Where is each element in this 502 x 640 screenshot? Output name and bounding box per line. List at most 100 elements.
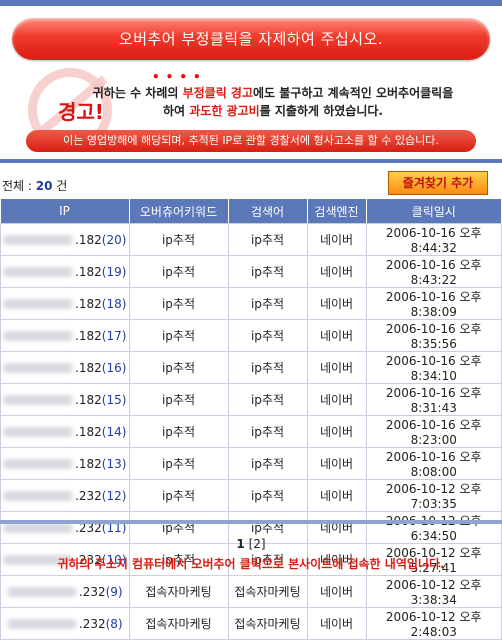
click-log-table: IP 오버츄어키워드 검색어 검색엔진 클릭일시 .182(20) ip추적 ip추… (0, 199, 502, 640)
pagination: 1 [2] (0, 537, 502, 551)
keyword-cell: ip추적 (128, 415, 229, 448)
ip-count-link[interactable]: (16) (102, 361, 127, 375)
masked-ip-prefix (3, 395, 74, 405)
query-cell: ip추적 (227, 255, 308, 288)
table-row: .232(12) ip추적 ip추적 네이버 2006-10-12 오후 7:03:35 (0, 479, 502, 512)
total-count: 전체 : 20 건 (2, 177, 67, 194)
total-number: 20 (35, 179, 53, 193)
ip-count-link[interactable]: (20) (102, 233, 127, 247)
query-cell: ip추적 (227, 319, 308, 352)
keyword-cell: ip추적 (128, 383, 229, 416)
datetime-cell: 2006-10-16 오후 8:31:43 (365, 383, 502, 416)
ip-count-link[interactable]: (9) (106, 585, 123, 599)
table-row: .182(17) ip추적 ip추적 네이버 2006-10-16 오후 8:35:56 (0, 319, 502, 352)
ip-cell: .182(15) (0, 383, 130, 416)
ip-count-link[interactable]: (14) (102, 425, 127, 439)
warning-message-line1: 귀하는 수 차례의 부정클릭 경고에도 불구하고 계속적인 오버추어클릭을 (22, 84, 502, 101)
section-divider (0, 159, 502, 163)
masked-ip-prefix (6, 587, 77, 597)
ip-suffix: .182 (75, 232, 102, 247)
datetime-cell: 2006-10-12 오후 3:38:34 (365, 575, 502, 608)
masked-ip-prefix (6, 619, 77, 629)
keyword-cell: ip추적 (128, 255, 229, 288)
engine-cell: 네이버 (306, 319, 367, 352)
query-cell: ip추적 (227, 447, 308, 480)
datetime-cell: 2006-10-16 오후 8:34:10 (365, 351, 502, 384)
keyword-cell: ip추적 (128, 223, 229, 256)
masked-ip-prefix (3, 363, 74, 373)
engine-cell: 네이버 (306, 607, 367, 640)
table-row: .182(15) ip추적 ip추적 네이버 2006-10-16 오후 8:31:43 (0, 383, 502, 416)
ip-count-link[interactable]: (13) (102, 457, 127, 471)
table-row: .182(18) ip추적 ip추적 네이버 2006-10-16 오후 8:38:09 (0, 287, 502, 320)
ip-count-link[interactable]: (18) (102, 297, 127, 311)
masked-ip-prefix (3, 491, 74, 501)
table-row: .182(14) ip추적 ip추적 네이버 2006-10-16 오후 8:23:00 (0, 415, 502, 448)
engine-cell: 네이버 (306, 447, 367, 480)
ip-suffix: .232 (78, 584, 106, 599)
warning-text: 를 지출하게 하였습니다. (259, 104, 383, 118)
masked-ip-prefix (3, 459, 74, 469)
keyword-cell: ip추적 (128, 447, 229, 480)
masked-ip-prefix (3, 331, 74, 341)
ip-cell: .182(18) (0, 287, 130, 320)
engine-cell: 네이버 (306, 479, 367, 512)
warning-banner: 오버추어 부정클릭을 자제하여 주십시오. (12, 18, 490, 60)
col-header-ip: IP (0, 199, 130, 224)
ip-count-link[interactable]: (12) (102, 489, 127, 503)
datetime-cell: 2006-10-16 오후 8:38:09 (365, 287, 502, 320)
engine-cell: 네이버 (306, 287, 367, 320)
table-row: .232(8) 접속자마케팅 접속자마케팅 네이버 2006-10-12 오후 2:48… (0, 607, 502, 640)
engine-cell: 네이버 (306, 351, 367, 384)
ip-cell: .182(13) (0, 447, 130, 480)
engine-cell: 네이버 (306, 575, 367, 608)
masked-ip-prefix (3, 235, 74, 245)
keyword-cell: ip추적 (128, 479, 229, 512)
keyword-cell: ip추적 (128, 351, 229, 384)
query-cell: ip추적 (227, 415, 308, 448)
masked-ip-prefix (3, 523, 74, 533)
query-cell: ip추적 (227, 351, 308, 384)
ip-suffix: .182 (75, 296, 102, 311)
datetime-cell: 2006-10-16 오후 8:44:32 (365, 223, 502, 256)
warning-text: 귀하는 수 차례의 (92, 86, 183, 100)
table-row: .182(13) ip추적 ip추적 네이버 2006-10-16 오후 8:08:00 (0, 447, 502, 480)
ip-cell: .182(14) (0, 415, 130, 448)
datetime-cell: 2006-10-16 오후 8:23:00 (365, 415, 502, 448)
col-header-datetime: 클릭일시 (366, 199, 502, 224)
page-link-2[interactable]: [2] (249, 537, 266, 551)
ip-count-link[interactable]: (8) (106, 617, 123, 631)
table-header-row: IP 오버츄어키워드 검색어 검색엔진 클릭일시 (0, 199, 502, 224)
query-cell: ip추적 (227, 383, 308, 416)
col-header-engine: 검색엔진 (307, 199, 367, 224)
table-row: .182(19) ip추적 ip추적 네이버 2006-10-16 오후 8:43:22 (0, 255, 502, 288)
ip-cell: .182(16) (0, 351, 130, 384)
ip-count-link[interactable]: (19) (102, 265, 127, 279)
ip-count-link[interactable]: (17) (102, 329, 127, 343)
engine-cell: 네이버 (306, 223, 367, 256)
warning-text: 에도 불구하고 계속적인 오버추어클릭을 (253, 86, 454, 100)
ip-suffix: .182 (75, 456, 102, 471)
add-favorite-button[interactable]: 즐겨찾기 추가 (388, 171, 488, 195)
masked-ip-prefix (3, 267, 74, 277)
ip-cell: .182(17) (0, 319, 130, 352)
datetime-cell: 2006-10-16 오후 8:35:56 (365, 319, 502, 352)
ip-cell: .182(19) (0, 255, 130, 288)
ip-suffix: .182 (75, 360, 102, 375)
warning-message-line2: 하여 과도한 광고비를 지출하게 하였습니다. (22, 102, 502, 119)
ip-suffix: .182 (75, 328, 102, 343)
ip-suffix: .182 (75, 264, 102, 279)
ip-count-link[interactable]: (15) (102, 393, 127, 407)
emphasis-dots: •••• (152, 70, 207, 84)
col-header-keyword: 오버츄어키워드 (129, 199, 229, 224)
ip-cell: .232(9) (0, 575, 130, 608)
masked-ip-prefix (3, 299, 74, 309)
page-current: 1 (236, 537, 245, 551)
keyword-cell: ip추적 (128, 287, 229, 320)
datetime-cell: 2006-10-16 오후 8:08:00 (365, 447, 502, 480)
query-cell: ip추적 (227, 287, 308, 320)
table-row: .182(20) ip추적 ip추적 네이버 2006-10-16 오후 8:44:32 (0, 223, 502, 256)
masked-ip-prefix (3, 427, 74, 437)
ip-cell: .182(20) (0, 223, 130, 256)
total-label: 전체 : (2, 179, 36, 193)
